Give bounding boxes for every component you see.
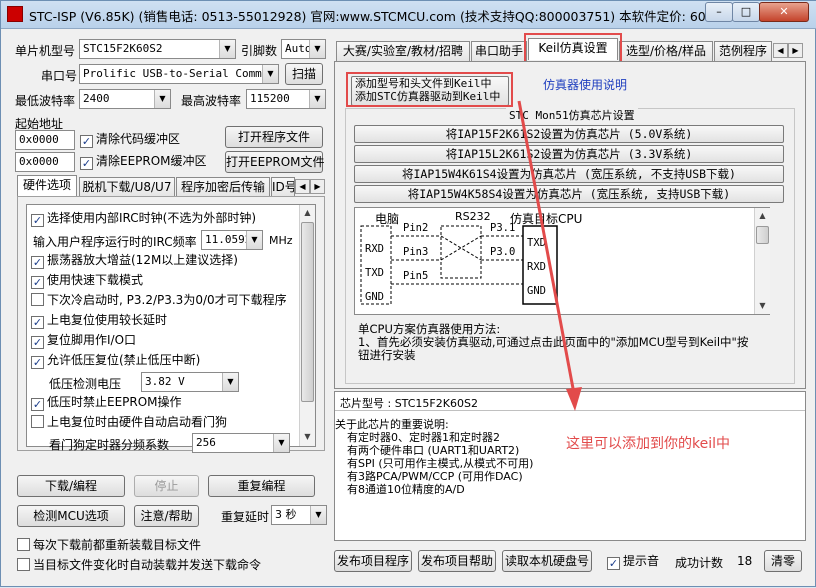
success-count-label: 成功计数 bbox=[675, 556, 724, 570]
clear-count-button[interactable]: 清零 bbox=[764, 550, 802, 572]
beep-checkbox[interactable]: ✓ 提示音 bbox=[607, 554, 659, 570]
read-disk-id-button[interactable]: 读取本机硬盘号 bbox=[502, 550, 592, 572]
check-icon: ✓ bbox=[607, 557, 620, 570]
beep-label: 提示音 bbox=[623, 554, 660, 568]
publish-help-button[interactable]: 发布项目帮助 bbox=[418, 550, 496, 572]
annotation-arrow bbox=[517, 100, 582, 411]
stc-isp-window: STC-ISP (V6.85K) (销售电话: 0513-55012928) 官… bbox=[0, 0, 816, 587]
publish-program-button[interactable]: 发布项目程序 bbox=[334, 550, 412, 572]
annotation-text: 这里可以添加到你的keil中 bbox=[566, 436, 731, 452]
success-count-value: 18 bbox=[737, 554, 753, 568]
